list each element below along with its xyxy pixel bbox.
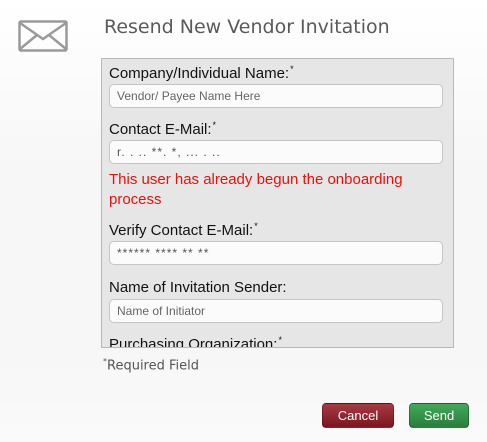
company-name-input[interactable] [109,84,443,108]
cancel-button[interactable]: Cancel [322,403,394,428]
dialog-title: Resend New Vendor Invitation [104,16,390,38]
purchasing-org-label: Purchasing Organization:* [109,335,282,348]
required-field-note: *Required Field [103,357,199,374]
resend-invitation-dialog: Resend New Vendor Invitation Company/Ind… [0,0,487,442]
sender-name-label: Name of Invitation Sender: [109,279,287,296]
required-asterisk: * [278,335,282,345]
contact-email-label: Contact E-Mail:* [109,120,217,138]
required-asterisk: * [290,64,294,74]
envelope-icon [18,20,68,52]
required-asterisk: * [254,221,258,231]
company-name-label: Company/Individual Name:* [109,64,294,82]
required-asterisk: * [212,120,217,130]
contact-email-input[interactable] [109,140,443,164]
send-button[interactable]: Send [409,403,469,428]
onboarding-error-message: This user has already begun the onboardi… [109,171,403,208]
verify-email-input[interactable] [109,241,443,265]
sender-name-input[interactable] [109,299,443,323]
verify-email-label: Verify Contact E-Mail:* [109,221,258,239]
form-scroll-panel[interactable]: Company/Individual Name:* Contact E-Mail… [101,58,454,348]
